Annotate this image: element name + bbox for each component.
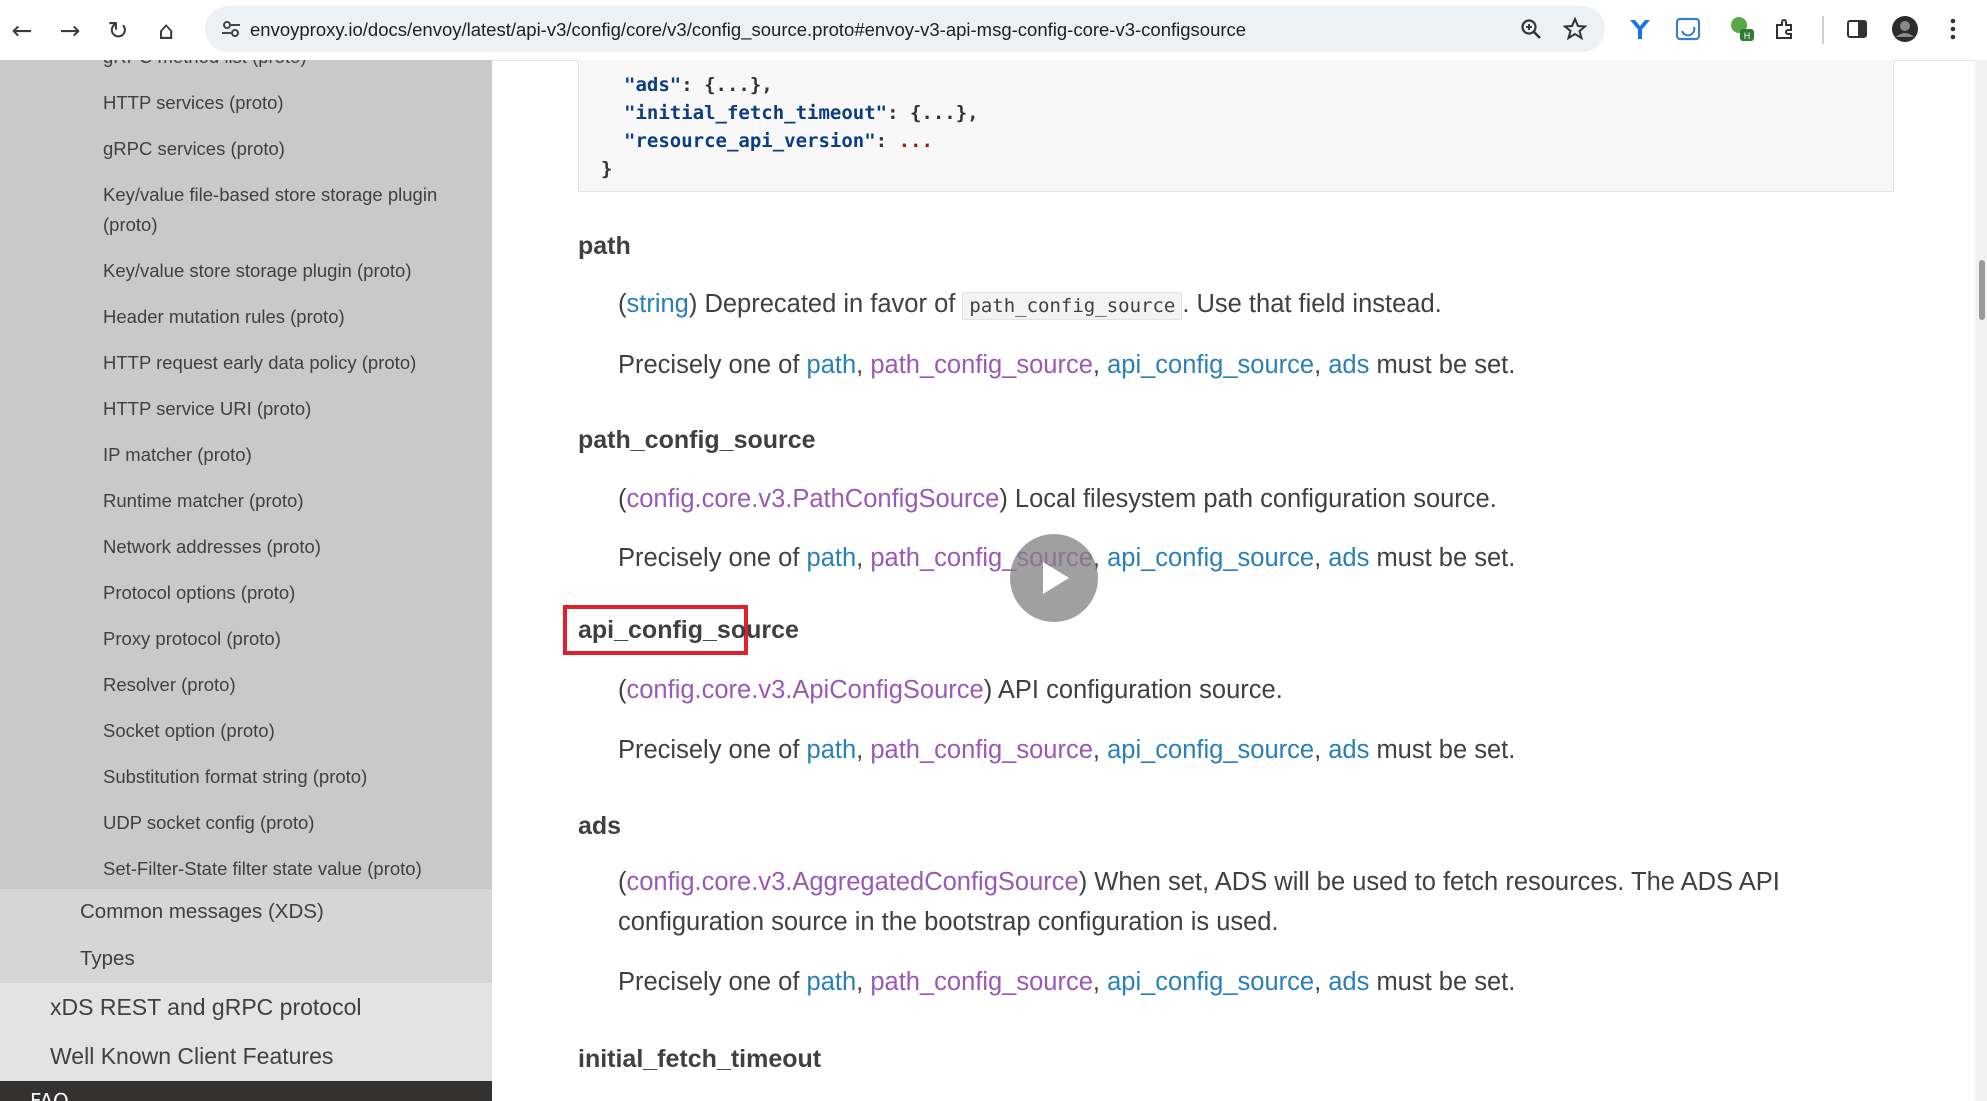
chrome-menu-icon[interactable] — [1936, 12, 1970, 46]
json-code-block: "ads": {...}, "initial_fetch_timeout": {… — [578, 60, 1894, 192]
extension-sync-icon[interactable] — [1671, 12, 1705, 46]
oneof-link-path[interactable]: path — [807, 351, 857, 379]
type-link-path-config-source[interactable]: config.core.v3.PathConfigSource — [627, 485, 1000, 513]
code-line-ads: "ads": {...}, — [624, 74, 773, 96]
oneof-link-path-config-source[interactable]: path_config_source — [870, 736, 1093, 764]
sidebar-item-types[interactable]: Types — [80, 947, 135, 971]
sidebar-item-header-mutation[interactable]: Header mutation rules (proto) — [103, 302, 483, 332]
home-button[interactable]: ⌂ — [146, 10, 186, 50]
sidebar-item-filter-state-value[interactable]: Set-Filter-State filter state value (pro… — [103, 854, 483, 884]
sidebar-item-grpc-method-list[interactable]: gRPC method list (proto) — [103, 60, 483, 72]
oneof-link-api-config-source[interactable]: api_config_source — [1107, 968, 1314, 996]
sidebar-item-udp-socket-config[interactable]: UDP socket config (proto) — [103, 808, 483, 838]
forward-button[interactable]: → — [50, 10, 90, 50]
forward-arrow-icon: → — [59, 15, 81, 45]
video-play-button[interactable] — [1010, 534, 1098, 622]
oneof-link-path[interactable]: path — [807, 736, 857, 764]
oneof-link-path[interactable]: path — [807, 544, 857, 572]
toolbar-divider — [1822, 16, 1824, 44]
sidebar-item-http-services[interactable]: HTTP services (proto) — [103, 88, 483, 118]
bookmark-star-icon[interactable] — [1559, 13, 1591, 45]
sidebar-item-early-data[interactable]: HTTP request early data policy (proto) — [103, 348, 483, 378]
field-heading-ads[interactable]: ads — [578, 812, 621, 841]
field-heading-path[interactable]: path — [578, 232, 631, 261]
sidebar-item-client-features[interactable]: Well Known Client Features — [50, 1043, 333, 1070]
oneof-link-path-config-source[interactable]: path_config_source — [870, 351, 1093, 379]
sidebar-item-socket-option[interactable]: Socket option (proto) — [103, 716, 483, 746]
address-bar[interactable]: envoyproxy.io/docs/envoy/latest/api-v3/c… — [205, 6, 1605, 52]
type-link-api-config-source[interactable]: config.core.v3.ApiConfigSource — [627, 676, 984, 704]
oneof-link-path-config-source[interactable]: path_config_source — [870, 968, 1093, 996]
code-line-close-brace: } — [601, 158, 613, 180]
zoom-icon[interactable] — [1515, 13, 1547, 45]
sidebar-item-kv-file-store[interactable]: Key/value file-based store storage plugi… — [103, 180, 483, 240]
extension-tree-icon[interactable]: H — [1724, 12, 1758, 46]
code-line-initial-fetch-timeout: "initial_fetch_timeout": {...}, — [624, 102, 979, 124]
extensions-puzzle-icon[interactable] — [1768, 12, 1802, 46]
oneof-note-path: Precisely one of path, path_config_sourc… — [618, 351, 1516, 379]
back-arrow-icon: ← — [11, 15, 33, 45]
url-text: envoyproxy.io/docs/envoy/latest/api-v3/c… — [250, 19, 1247, 40]
type-link-aggregated-config-source[interactable]: config.core.v3.AggregatedConfigSource — [627, 868, 1079, 896]
page-scrollbar[interactable] — [1975, 60, 1987, 1101]
profile-avatar-icon[interactable] — [1888, 12, 1922, 46]
field-description-api-config-source: (config.core.v3.ApiConfigSource) API con… — [618, 676, 1283, 704]
oneof-note-path-config-source: Precisely one of path, path_config_sourc… — [618, 544, 1516, 572]
oneof-link-ads[interactable]: ads — [1328, 968, 1369, 996]
field-description-path-config-source: (config.core.v3.PathConfigSource) Local … — [618, 485, 1497, 513]
sidebar-item-network-addresses[interactable]: Network addresses (proto) — [103, 532, 483, 562]
sidebar-item-xds-protocol[interactable]: xDS REST and gRPC protocol — [50, 994, 362, 1021]
sidebar-item-kv-store[interactable]: Key/value store storage plugin (proto) — [103, 256, 483, 286]
sidebar-item-common-messages[interactable]: Common messages (XDS) — [80, 900, 324, 924]
svg-text:H: H — [1744, 32, 1751, 42]
oneof-link-ads[interactable]: ads — [1328, 544, 1369, 572]
oneof-link-api-config-source[interactable]: api_config_source — [1107, 351, 1314, 379]
oneof-link-api-config-source[interactable]: api_config_source — [1107, 736, 1314, 764]
back-button[interactable]: ← — [2, 10, 42, 50]
oneof-note-ads: Precisely one of path, path_config_sourc… — [618, 968, 1516, 996]
type-link-string[interactable]: string — [627, 290, 689, 318]
oneof-link-api-config-source[interactable]: api_config_source — [1107, 544, 1314, 572]
docs-content: "ads": {...}, "initial_fetch_timeout": {… — [492, 60, 1987, 1101]
sidebar-item-protocol-options[interactable]: Protocol options (proto) — [103, 578, 483, 608]
home-icon: ⌂ — [158, 15, 174, 45]
field-description-path: (string) Deprecated in favor of path_con… — [618, 290, 1442, 320]
oneof-note-api-config-source: Precisely one of path, path_config_sourc… — [618, 736, 1516, 764]
field-heading-api-config-source[interactable]: api_config_source — [578, 616, 799, 645]
reload-icon: ↻ — [107, 15, 129, 45]
sidebar-item-http-service-uri[interactable]: HTTP service URI (proto) — [103, 394, 483, 424]
sidebar-item-resolver[interactable]: Resolver (proto) — [103, 670, 483, 700]
code-line-resource-api-version: "resource_api_version": ... — [624, 130, 933, 152]
field-description-ads: (config.core.v3.AggregatedConfigSource) … — [618, 868, 1780, 936]
side-panel-icon[interactable] — [1840, 12, 1874, 46]
browser-toolbar: ← → ↻ ⌂ envoyproxy.io/docs/envoy/latest/… — [0, 0, 1987, 61]
sidebar-item-proxy-protocol[interactable]: Proxy protocol (proto) — [103, 624, 483, 654]
oneof-link-path[interactable]: path — [807, 968, 857, 996]
field-heading-path-config-source[interactable]: path_config_source — [578, 426, 816, 455]
docs-sidebar-nav: gRPC method list (proto) HTTP services (… — [0, 60, 492, 1101]
sidebar-item-runtime-matcher[interactable]: Runtime matcher (proto) — [103, 486, 483, 516]
reload-button[interactable]: ↻ — [98, 10, 138, 50]
extension-y-icon[interactable] — [1623, 12, 1657, 46]
sidebar-item-substitution-format[interactable]: Substitution format string (proto) — [103, 762, 483, 792]
sidebar-item-faq[interactable]: FAQ — [0, 1081, 492, 1101]
sidebar-item-ip-matcher[interactable]: IP matcher (proto) — [103, 440, 483, 470]
oneof-link-ads[interactable]: ads — [1328, 736, 1369, 764]
oneof-link-ads[interactable]: ads — [1328, 351, 1369, 379]
scrollbar-thumb[interactable] — [1979, 260, 1985, 320]
inline-code-path-config-source: path_config_source — [962, 292, 1183, 320]
field-heading-initial-fetch-timeout[interactable]: initial_fetch_timeout — [578, 1045, 821, 1074]
sidebar-item-grpc-services[interactable]: gRPC services (proto) — [103, 134, 483, 164]
play-icon — [1043, 562, 1069, 594]
site-settings-icon[interactable] — [215, 13, 247, 45]
